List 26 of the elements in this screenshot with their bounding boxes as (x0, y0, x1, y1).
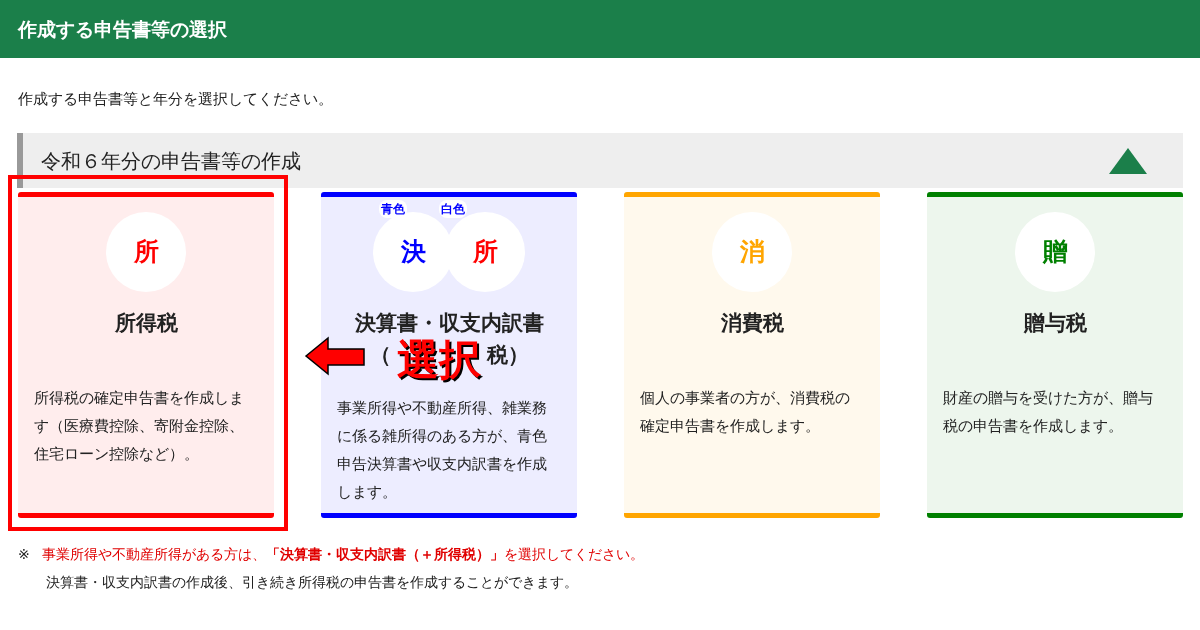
tax-card[interactable]: 所 所得税 所得税の確定申告書を作成します（医療費控除、寄附金控除、住宅ローン控除など）。 (18, 192, 274, 518)
card-title: 決算書・収支内訳書 (354, 310, 544, 337)
card-title: 贈与税 (1023, 310, 1087, 337)
card-subtitle: （ (369, 342, 391, 370)
collapse-icon[interactable] (1109, 147, 1147, 174)
annotation-text: 選択 (396, 339, 481, 381)
section-title: 令和６年分の申告書等の作成 (41, 147, 301, 175)
card-description: 所得税の確定申告書を作成します（医療費控除、寄附金控除、住宅ローン控除など）。 (34, 389, 245, 465)
card-description: 個人の事業者の方が、消費税の確定申告書を作成します。 (640, 389, 851, 437)
instruction-text: 作成する申告書等と年分を選択してください。 (18, 90, 333, 108)
tax-card[interactable]: 贈 贈与税 財産の贈与を受けた方が、贈与税の申告書を作成します。 (927, 192, 1183, 518)
card-subtitle: 税） (486, 342, 529, 370)
card-description: 事業所得や不動産所得、雑業務に係る雑所得のある方が、青色申告決算書や収支内訳書を作成します。 (337, 398, 548, 502)
note-mark: ※ (18, 544, 30, 564)
section-header[interactable]: 令和６年分の申告書等の作成 (17, 133, 1183, 188)
form-icon: 所 (106, 212, 186, 292)
form-icon: 消 (712, 212, 792, 292)
tax-card[interactable]: 消 消費税 個人の事業者の方が、消費税の確定申告書を作成します。 (624, 192, 880, 518)
page-title: 作成する申告書等の選択 (18, 16, 227, 42)
note-text: 決算書・収支内訳書の作成後、引き続き所得税の申告書を作成することができます。 (46, 572, 578, 592)
form-icon: 贈 (1015, 212, 1095, 292)
card-title: 所得税 (114, 310, 178, 337)
note-text: 事業所得や不動産所得がある方は、「決算書・収支内訳書（＋所得税）」を選択してください。 (41, 544, 644, 564)
card-title: 消費税 (720, 310, 784, 337)
arrow-icon (303, 336, 366, 376)
card-description: 財産の贈与を受けた方が、贈与税の申告書を作成します。 (943, 389, 1154, 437)
